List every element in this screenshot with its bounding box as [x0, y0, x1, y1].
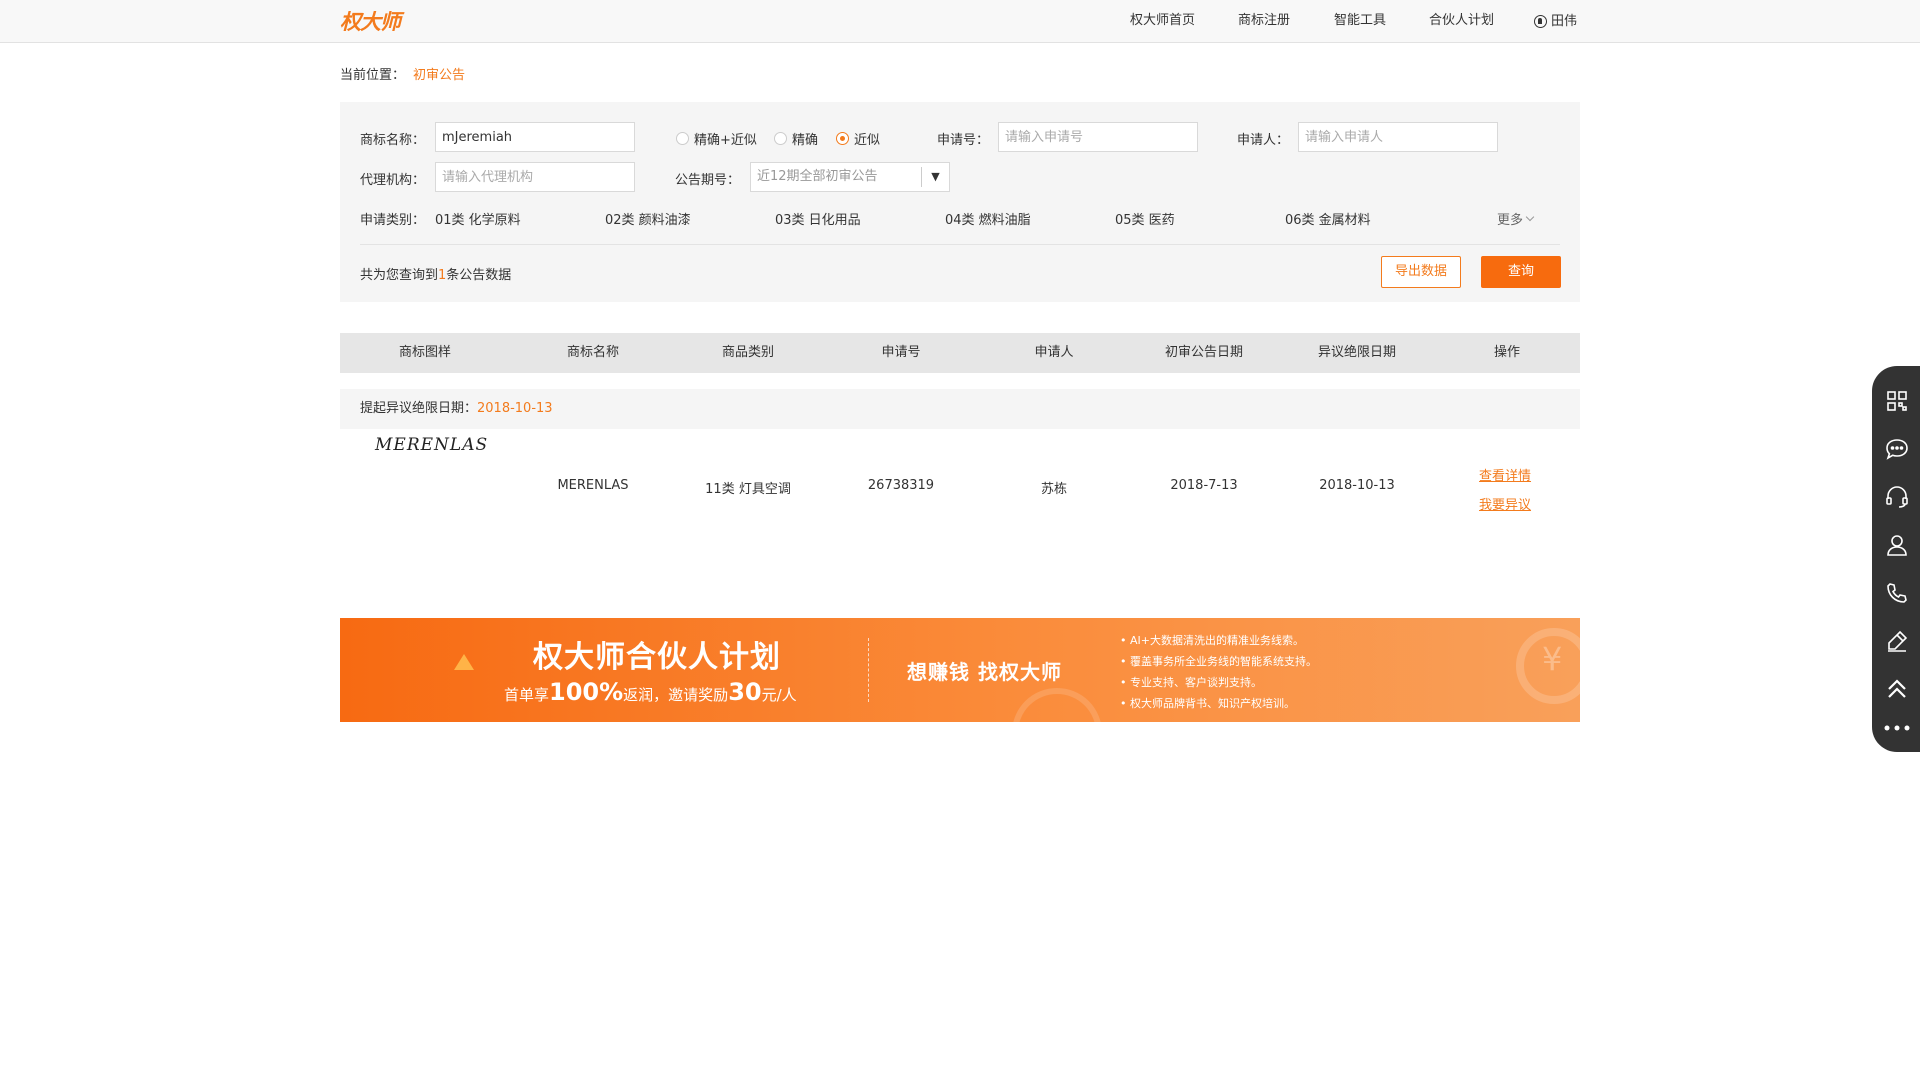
radio-label: 精确+近似 [694, 133, 757, 148]
agency-input[interactable] [435, 162, 635, 192]
match-similar-radio[interactable]: 近似 [836, 129, 880, 148]
application-number-input[interactable] [998, 122, 1198, 152]
cell-application-number: 26738319 [867, 478, 935, 493]
count-prefix: 共为您查询到 [360, 268, 439, 283]
cell-applicant: 苏栋 [1040, 482, 1068, 497]
cell-prelim-date: 2018-7-13 [1170, 478, 1238, 493]
caret-down-icon: ▼ [921, 167, 949, 187]
banner-separator [868, 638, 869, 702]
column-header: 商品类别 [721, 345, 775, 360]
category-02[interactable]: 02类 颜料油漆 [605, 209, 691, 228]
application-number-label: 申请号： [937, 133, 990, 148]
column-header: 异议绝限日期 [1317, 345, 1397, 360]
trademark-name-input[interactable] [435, 122, 635, 152]
column-header: 初审公告日期 [1164, 345, 1244, 360]
banner-points: AI+大数据清洗出的精准业务线索。 覆盖事务所全业务线的智能系统支持。 专业支持… [1120, 630, 1317, 714]
coin-decoration: ¥ [1516, 628, 1580, 704]
category-05[interactable]: 05类 医药 [1115, 209, 1175, 228]
more-icon[interactable] [1872, 704, 1920, 752]
column-header: 操作 [1493, 345, 1521, 360]
category-01[interactable]: 01类 化学原料 [435, 209, 521, 228]
top-navbar: 权大师 权大师首页 商标注册 智能工具 合伙人计划 田伟 [0, 0, 1920, 43]
more-categories-button[interactable]: 更多 [1497, 209, 1535, 228]
more-label: 更多 [1497, 213, 1524, 228]
floating-toolbar [1872, 366, 1920, 752]
partner-plan-banner[interactable]: ¥ 权大师合伙人计划 首单享 100% 返润，邀请奖励 30 元/人 想赚钱 找权大师 … [340, 618, 1580, 722]
yen-glyph: ¥ [1542, 640, 1563, 678]
trademark-image[interactable]: MERENLAS [375, 435, 488, 455]
qrcode-icon[interactable] [1872, 377, 1920, 425]
match-exact-radio[interactable]: 精确 [774, 129, 818, 148]
user-icon[interactable] [1872, 521, 1920, 569]
radio-dot [676, 132, 689, 145]
view-details-link[interactable]: 查看详情 [1479, 465, 1531, 484]
banner-point: 权大师品牌背书、知识产权培训。 [1120, 693, 1317, 714]
category-04[interactable]: 04类 燃料油脂 [945, 209, 1031, 228]
cell-category: 11类 灯具空调 [705, 482, 791, 497]
column-header: 申请人 [1034, 345, 1074, 360]
issue-number-select[interactable]: 近12期全部初审公告 ▼ [750, 162, 950, 192]
breadcrumb-current[interactable]: 初审公告 [413, 68, 465, 83]
user-name: 田伟 [1551, 14, 1578, 29]
category-06[interactable]: 06类 金属材料 [1285, 209, 1371, 228]
sub-middle: 返润，邀请奖励 [623, 686, 729, 704]
banner-subtitle: 首单享 100% 返润，邀请奖励 30 元/人 [504, 678, 797, 706]
nav-trademark-register[interactable]: 商标注册 [1238, 0, 1290, 43]
radio-dot-selected [836, 132, 849, 145]
banner-point: 覆盖事务所全业务线的智能系统支持。 [1120, 651, 1317, 672]
banner-title: 权大师合伙人计划 [533, 640, 781, 675]
export-data-button[interactable]: 导出数据 [1381, 256, 1461, 288]
nav-smart-tools[interactable]: 智能工具 [1334, 0, 1386, 43]
count-suffix: 条公告数据 [446, 268, 512, 283]
table-header: 商标图样 商标名称 商品类别 申请号 申请人 初审公告日期 异议绝限日期 操作 [340, 333, 1580, 373]
banner-point: AI+大数据清洗出的精准业务线索。 [1120, 630, 1317, 651]
breadcrumb-label: 当前位置： [340, 68, 406, 83]
edit-icon[interactable] [1872, 617, 1920, 665]
cell-deadline: 2018-10-13 [1319, 478, 1395, 493]
agency-label: 代理机构： [360, 173, 426, 188]
headset-icon[interactable] [1872, 473, 1920, 521]
circle-decoration [1012, 688, 1102, 722]
column-header: 商标名称 [566, 345, 620, 360]
user-menu[interactable]: 田伟 [1534, 0, 1577, 43]
site-logo[interactable]: 权大师 [340, 6, 401, 36]
sub-suffix: 元/人 [761, 686, 797, 704]
column-header: 申请号 [881, 345, 921, 360]
radio-label: 近似 [854, 133, 881, 148]
radio-label: 精确 [792, 133, 819, 148]
cell-trademark-name: MERENLAS [557, 478, 629, 493]
nav-home[interactable]: 权大师首页 [1130, 0, 1195, 43]
phone-icon[interactable] [1872, 569, 1920, 617]
applicant-input[interactable] [1298, 122, 1498, 152]
sub-prefix: 首单享 [504, 686, 550, 704]
sub-amount: 30 [728, 678, 762, 706]
match-exact-similar-radio[interactable]: 精确+近似 [676, 129, 757, 148]
chevron-down-icon [1525, 212, 1535, 221]
search-panel: 商标名称： 精确+近似 精确 近似 申请号： 申请人： 代理机构： 公告期号： … [340, 102, 1580, 302]
user-icon [1534, 15, 1547, 28]
category-label: 申请类别： [360, 213, 426, 228]
chat-icon[interactable] [1872, 425, 1920, 473]
breadcrumb: 当前位置： 初审公告 [340, 64, 465, 83]
radio-dot [774, 132, 787, 145]
sub-percent: 100% [549, 678, 624, 706]
nav-partner-plan[interactable]: 合伙人计划 [1429, 0, 1494, 43]
trademark-name-label: 商标名称： [360, 133, 426, 148]
query-button[interactable]: 查询 [1481, 256, 1561, 288]
divider [360, 244, 1560, 245]
group-header-row: 提起异议绝限日期：2018-10-13 [340, 389, 1580, 429]
group-date: 2018-10-13 [477, 401, 553, 416]
banner-slogan: 想赚钱 找权大师 [907, 660, 1062, 684]
banner-point: 专业支持、客户谈判支持。 [1120, 672, 1317, 693]
file-opposition-link[interactable]: 我要异议 [1479, 494, 1531, 513]
applicant-label: 申请人： [1237, 133, 1290, 148]
column-header: 商标图样 [398, 345, 452, 360]
category-03[interactable]: 03类 日化用品 [775, 209, 861, 228]
triangle-decoration [454, 654, 474, 670]
issue-number-value: 近12期全部初审公告 [757, 169, 878, 184]
result-count: 共为您查询到1条公告数据 [360, 264, 511, 283]
issue-number-label: 公告期号： [675, 173, 741, 188]
group-label: 提起异议绝限日期： [360, 401, 478, 416]
